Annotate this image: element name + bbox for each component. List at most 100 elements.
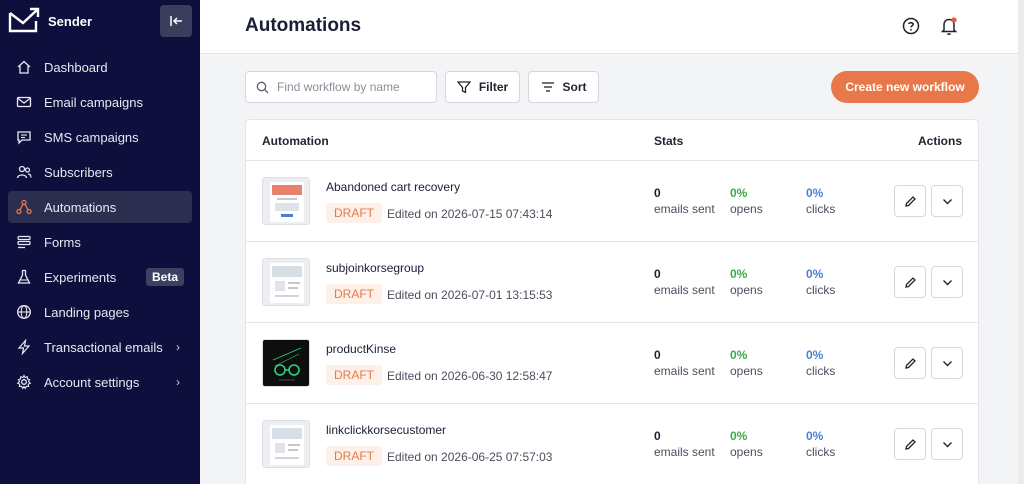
sort-button[interactable]: Sort — [528, 71, 599, 103]
users-icon — [16, 164, 32, 180]
sidebar-item-forms[interactable]: Forms — [8, 226, 192, 258]
sidebar-item-transactional-emails[interactable]: Transactional emails › — [8, 331, 192, 363]
filter-button[interactable]: Filter — [445, 71, 520, 103]
workflow-icon — [16, 199, 32, 215]
sidebar: Sender Dashboard Email campaigns SMS cam… — [0, 0, 200, 484]
flask-icon — [16, 269, 32, 285]
edit-button[interactable] — [894, 266, 926, 298]
stat-clicks: 0% clicks — [806, 348, 835, 378]
table-row[interactable]: productKinse DRAFT Edited on 2026-06-30 … — [246, 323, 978, 404]
edited-timestamp: Edited on 2026-06-30 12:58:47 — [387, 369, 553, 383]
stat-clicks: 0% clicks — [806, 186, 835, 216]
stat-label: emails sent — [654, 445, 715, 459]
stat-label: opens — [730, 445, 763, 459]
workflow-thumbnail[interactable] — [262, 339, 310, 387]
sidebar-item-dashboard[interactable]: Dashboard — [8, 51, 192, 83]
edit-button[interactable] — [894, 347, 926, 379]
forms-icon — [16, 234, 32, 250]
globe-icon — [16, 304, 32, 320]
chevron-right-icon: › — [176, 375, 180, 389]
stat-emails-sent: 0 emails sent — [654, 267, 715, 297]
stat-clicks: 0% clicks — [806, 429, 835, 459]
collapse-sidebar-button[interactable] — [160, 5, 192, 37]
sidebar-item-label: Experiments — [44, 269, 117, 285]
edit-button[interactable] — [894, 185, 926, 217]
sidebar-item-label: Subscribers — [44, 164, 113, 180]
table-row[interactable]: linkclickkorsecustomer DRAFT Edited on 2… — [246, 404, 978, 484]
stat-label: opens — [730, 364, 763, 378]
pencil-icon — [904, 438, 916, 450]
sort-icon — [541, 81, 555, 93]
sidebar-item-label: Automations — [44, 199, 117, 215]
sidebar-item-label: Forms — [44, 234, 81, 250]
stat-emails-sent: 0 emails sent — [654, 186, 715, 216]
stat-value: 0% — [730, 429, 748, 443]
pencil-icon — [904, 195, 916, 207]
sidebar-item-label: Landing pages — [44, 304, 130, 320]
collapse-left-icon — [170, 16, 182, 26]
sidebar-item-landing-pages[interactable]: Landing pages — [8, 296, 192, 328]
table-row[interactable]: subjoinkorsegroup DRAFT Edited on 2026-0… — [246, 242, 978, 323]
bell-icon[interactable] — [940, 16, 958, 36]
edited-timestamp: Edited on 2026-07-01 13:15:53 — [387, 288, 553, 302]
page-title: Automations — [245, 15, 362, 36]
chevron-down-icon — [942, 198, 952, 204]
search-input[interactable] — [277, 80, 427, 94]
stat-emails-sent: 0 emails sent — [654, 348, 715, 378]
stat-label: opens — [730, 202, 763, 216]
sidebar-item-label: SMS campaigns — [44, 129, 139, 145]
filter-icon — [456, 80, 471, 94]
lightning-icon — [16, 339, 32, 355]
page-header: Automations — [200, 0, 1018, 54]
stat-label: clicks — [806, 283, 836, 297]
pencil-icon — [904, 357, 916, 369]
sidebar-item-label: Dashboard — [44, 59, 108, 75]
workflow-name[interactable]: Abandoned cart recovery — [326, 180, 460, 194]
workflow-thumbnail[interactable] — [262, 177, 310, 225]
stat-label: clicks — [806, 445, 836, 459]
stat-label: emails sent — [654, 364, 715, 378]
automations-table: Automation Stats Actions Abandoned cart … — [245, 119, 979, 484]
search-icon — [256, 81, 269, 93]
help-icon[interactable] — [902, 17, 920, 35]
stat-opens: 0% opens — [730, 429, 763, 459]
chevron-down-icon — [942, 441, 952, 447]
stat-value: 0 — [654, 429, 661, 443]
stat-label: clicks — [806, 364, 836, 378]
filter-label: Filter — [478, 80, 509, 94]
more-actions-button[interactable] — [931, 266, 963, 298]
sidebar-item-label: Account settings — [44, 374, 140, 390]
stat-value: 0% — [806, 429, 824, 443]
workflow-name[interactable]: productKinse — [326, 342, 396, 356]
sidebar-item-email-campaigns[interactable]: Email campaigns — [8, 86, 192, 118]
scrollbar[interactable] — [1018, 0, 1024, 484]
more-actions-button[interactable] — [931, 428, 963, 460]
stat-value: 0% — [730, 267, 748, 281]
workflow-thumbnail[interactable] — [262, 420, 310, 468]
more-actions-button[interactable] — [931, 347, 963, 379]
brand[interactable]: Sender — [8, 7, 92, 35]
stat-label: emails sent — [654, 283, 715, 297]
status-badge: DRAFT — [326, 284, 382, 304]
workflow-name[interactable]: subjoinkorsegroup — [326, 261, 424, 275]
workflow-thumbnail[interactable] — [262, 258, 310, 306]
pencil-icon — [904, 276, 916, 288]
more-actions-button[interactable] — [931, 185, 963, 217]
sidebar-item-sms-campaigns[interactable]: SMS campaigns — [8, 121, 192, 153]
stat-value: 0% — [730, 186, 748, 200]
search-field[interactable] — [245, 71, 437, 103]
create-workflow-button[interactable]: Create new workflow — [831, 71, 979, 103]
sidebar-item-account-settings[interactable]: Account settings › — [8, 366, 192, 398]
table-row[interactable]: Abandoned cart recovery DRAFT Edited on … — [246, 161, 978, 242]
stat-label: emails sent — [654, 202, 715, 216]
sidebar-item-automations[interactable]: Automations — [8, 191, 192, 223]
stat-value: 0% — [730, 348, 748, 362]
workflow-name[interactable]: linkclickkorsecustomer — [326, 423, 446, 437]
sidebar-item-label: Email campaigns — [44, 94, 143, 110]
sidebar-item-experiments[interactable]: Experiments Beta — [8, 261, 192, 293]
home-icon — [16, 59, 32, 75]
edit-button[interactable] — [894, 428, 926, 460]
chevron-down-icon — [942, 360, 952, 366]
sidebar-item-subscribers[interactable]: Subscribers — [8, 156, 192, 188]
column-header-stats: Stats — [654, 134, 684, 148]
